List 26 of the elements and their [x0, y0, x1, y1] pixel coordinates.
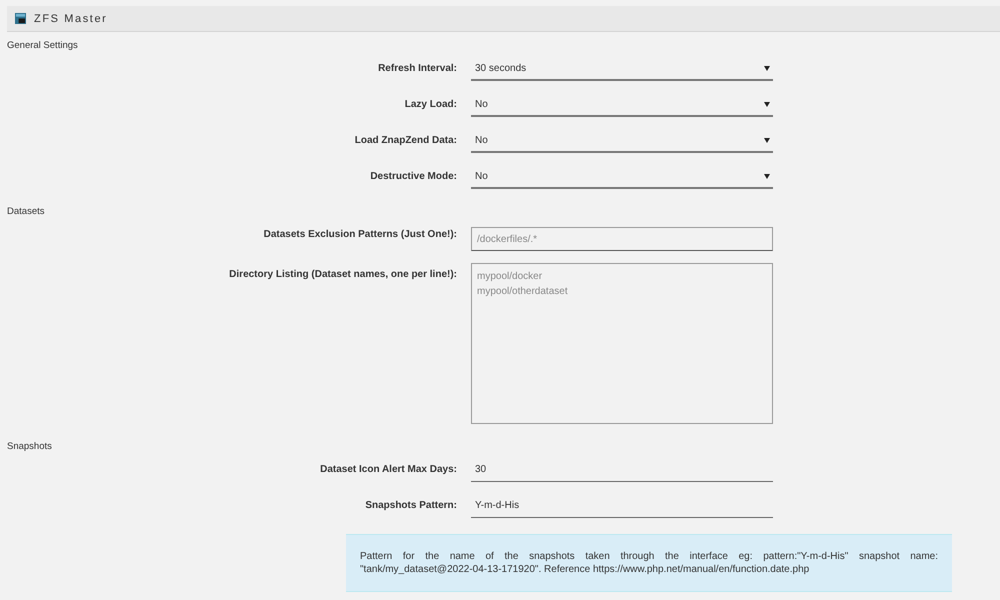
section-heading: General Settings — [7, 39, 79, 53]
field-label: Datasets Exclusion Patterns (Just One!): — [262, 228, 457, 242]
dropdown[interactable]: No — [471, 165, 773, 189]
input-field[interactable]: Y-m-d-His — [471, 494, 773, 518]
dropdown[interactable]: No — [471, 93, 773, 117]
text-area[interactable]: mypool/docker mypool/otherdataset — [471, 263, 773, 424]
field-label: Snapshots Pattern: — [364, 499, 457, 513]
field-label: Destructive Mode: — [369, 170, 457, 184]
caret-icon — [764, 138, 770, 142]
logo-icon — [15, 13, 26, 24]
field-label: Lazy Load: — [404, 98, 457, 112]
page-title: ZFS Master — [34, 12, 108, 24]
input-field[interactable]: /dockerfiles/.* — [471, 227, 773, 251]
caret-icon — [764, 66, 770, 70]
section-heading: Datasets — [7, 205, 46, 219]
field-label: Dataset Icon Alert Max Days: — [319, 463, 457, 477]
field-label: Directory Listing (Dataset names, one per line!): — [228, 268, 457, 282]
field-label: Load ZnapZend Data: — [354, 134, 457, 148]
section-heading: Snapshots — [7, 440, 53, 454]
caret-icon — [764, 102, 770, 106]
info-note: Pattern for the name of the snapshots taken through the interface eg: pattern:"Y-m-d-His" snapshot name: "tank/my_dataset@2022-04-13-171920". Reference https://www.php.net/manual/en/function.date.php — [346, 534, 952, 592]
input-field[interactable]: 30 — [471, 458, 773, 482]
dropdown[interactable]: 30 seconds — [471, 57, 773, 81]
caret-icon — [764, 174, 770, 178]
dropdown[interactable]: No — [471, 129, 773, 153]
field-label: Refresh Interval: — [377, 62, 457, 76]
